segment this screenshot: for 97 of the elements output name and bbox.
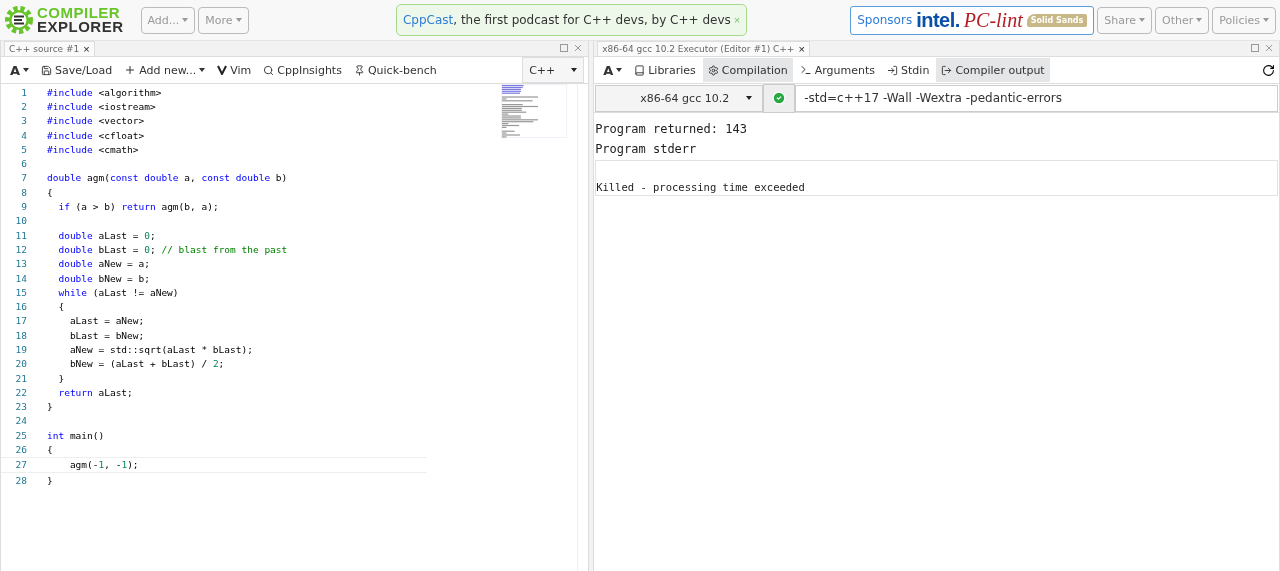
toolbar-button[interactable]: Arguments xyxy=(794,58,881,82)
font-button[interactable]: A xyxy=(5,58,35,82)
code-line: #include <cfloat> xyxy=(47,129,145,141)
maximize-icon[interactable] xyxy=(560,43,569,52)
output-line: Program stderr xyxy=(595,141,698,158)
code-line: agm(-1, -1); xyxy=(68,459,139,471)
line-number: 28 xyxy=(14,474,28,486)
toolbar-button[interactable]: Quick-bench xyxy=(348,58,442,82)
toolbar-button[interactable]: Compiler output xyxy=(936,58,1050,82)
output-line: Program returned: 143 xyxy=(595,121,748,138)
logo-text: COMPILER EXPLORER xyxy=(37,6,124,34)
terminal-icon xyxy=(799,64,812,76)
code-line: { xyxy=(47,444,53,456)
code-line: return aLast; xyxy=(57,386,133,398)
gears-icon xyxy=(707,64,719,76)
line-number: 18 xyxy=(14,329,28,341)
stderr-text: Killed - processing time exceeded xyxy=(595,160,1278,196)
sign-in-icon xyxy=(887,64,899,76)
line-number: 19 xyxy=(14,344,28,355)
close-icon[interactable] xyxy=(1265,43,1273,52)
code-line: { xyxy=(57,301,65,313)
line-number: 20 xyxy=(14,358,28,370)
toolbar-button[interactable]: Stdin xyxy=(882,58,935,82)
line-number: 8 xyxy=(20,186,28,198)
code-line: double bLast = 0; // blast from the past xyxy=(57,243,288,255)
gear-logo-icon xyxy=(4,5,34,35)
toolbar-button[interactable]: Vim xyxy=(212,58,257,82)
compiler-select[interactable]: x86-64 gcc 10.2 xyxy=(595,84,764,112)
code-line: double agm(const double a, const double b) xyxy=(47,172,288,184)
line-number: 14 xyxy=(14,272,28,284)
line-number: 24 xyxy=(14,415,28,427)
sponsors-label: Sponsors xyxy=(857,13,913,27)
line-number: 10 xyxy=(14,215,28,227)
line-number: 17 xyxy=(14,315,28,327)
line-number: 7 xyxy=(20,172,28,184)
toolbar-button[interactable]: CppInsights xyxy=(258,58,347,82)
line-number: 2 xyxy=(20,100,28,112)
line-number: 5 xyxy=(20,143,28,155)
line-number: 23 xyxy=(14,401,28,413)
sponsor-logo: intel. xyxy=(916,8,960,32)
pin-icon xyxy=(353,64,365,76)
line-number: 4 xyxy=(20,129,28,141)
search-icon xyxy=(263,64,275,76)
code-line: #include <algorithm> xyxy=(47,86,162,98)
code-line: double aNew = a; xyxy=(57,258,150,270)
font-button[interactable]: A xyxy=(598,58,628,82)
save-icon xyxy=(41,64,53,76)
line-number: 22 xyxy=(14,386,28,398)
line-number: 27 xyxy=(14,459,28,471)
line-number: 16 xyxy=(14,301,28,313)
code-line: aLast = aNew; xyxy=(68,315,145,327)
line-number: 6 xyxy=(20,158,28,170)
code-line: } xyxy=(47,474,53,486)
line-number: 12 xyxy=(14,243,28,255)
notice-text: , the first podcast for C++ devs, by C++ devs xyxy=(453,13,731,27)
v-icon xyxy=(217,65,228,75)
line-number: 25 xyxy=(14,429,28,441)
maximize-icon[interactable] xyxy=(1251,43,1259,52)
line-number: 3 xyxy=(20,115,28,127)
code-line: double aLast = 0; xyxy=(57,229,156,241)
code-line: while (aLast != aNew) xyxy=(57,286,179,298)
book-icon xyxy=(634,64,646,76)
code-line: double bNew = b; xyxy=(57,272,150,284)
plus-icon xyxy=(124,64,137,76)
line-number: 26 xyxy=(14,444,28,456)
line-number: 21 xyxy=(14,372,28,384)
code-line: { xyxy=(47,186,53,198)
sign-out-icon xyxy=(941,64,953,76)
language-select[interactable]: C++ xyxy=(522,57,585,83)
code-line: aNew = std::sqrt(aLast * bLast); xyxy=(68,344,253,355)
check-icon xyxy=(772,91,787,105)
close-icon[interactable] xyxy=(574,43,583,52)
code-line: } xyxy=(57,372,65,384)
code-line: #include <vector> xyxy=(47,115,145,127)
code-line: #include <iostream> xyxy=(47,100,156,112)
code-line: } xyxy=(47,401,53,413)
code-line: if (a > b) return agm(b, a); xyxy=(57,201,219,212)
executor-tab[interactable]: x86-64 gcc 10.2 Executor (Editor #1) C++ × xyxy=(597,41,810,56)
editor-tab[interactable]: C++ source #1 × xyxy=(4,41,95,56)
line-number: 13 xyxy=(14,258,28,270)
toolbar-button[interactable]: Libraries xyxy=(629,58,701,82)
code-line: int main() xyxy=(47,429,105,441)
code-line: bNew = (aLast + bLast) / 2; xyxy=(68,358,225,370)
toolbar-button[interactable]: Compilation xyxy=(702,58,793,82)
refresh-icon[interactable] xyxy=(1262,63,1275,77)
line-number: 9 xyxy=(20,201,28,212)
toolbar-button[interactable]: Save/Load xyxy=(36,58,118,82)
code-line: bLast = bNew; xyxy=(68,329,145,341)
sponsor-logo: Solid Sands xyxy=(1026,13,1088,27)
sponsor-logo: PC-lint xyxy=(963,8,1023,32)
line-number: 15 xyxy=(14,286,28,298)
line-number: 1 xyxy=(20,86,28,98)
code-line: #include <cmath> xyxy=(47,143,139,155)
line-number: 11 xyxy=(14,229,28,241)
toolbar-button[interactable]: Add new... xyxy=(119,58,211,82)
options-field[interactable]: -std=c++17 -Wall -Wextra -pedantic-errors xyxy=(795,84,1278,112)
sponsors-banner[interactable]: Sponsors intel. PC-lint Solid Sands xyxy=(850,5,1095,35)
